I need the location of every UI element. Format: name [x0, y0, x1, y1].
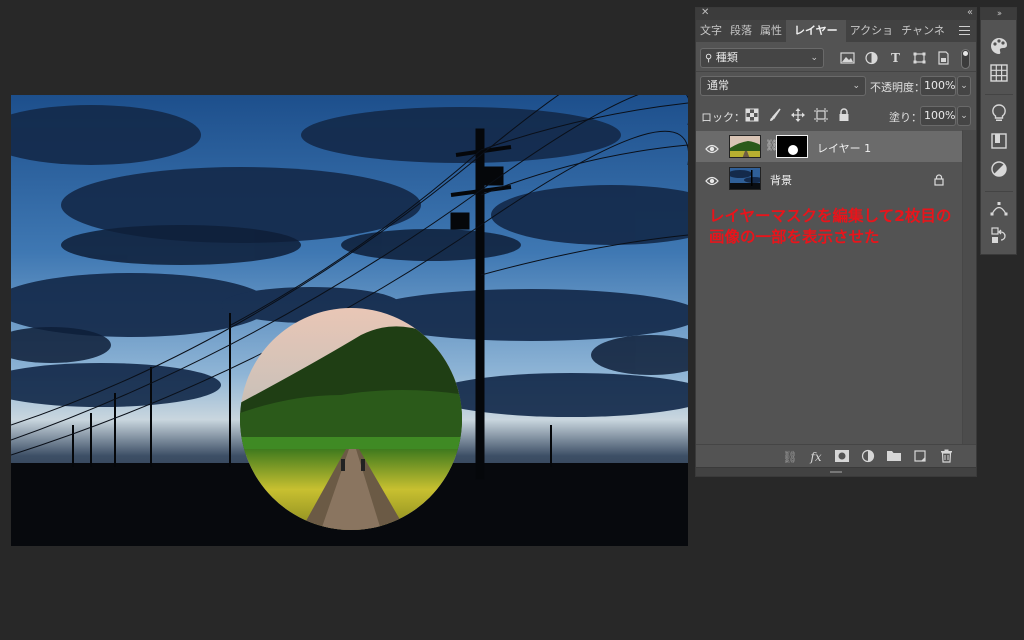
layers-list: ⛓ レイヤー 1 背景 レイヤーマスクを編集して2枚目の画像の一部を表示させた: [696, 130, 962, 444]
tab-paragraph[interactable]: 段落: [726, 20, 756, 42]
fill-label: 塗り：: [889, 111, 922, 124]
layer-action-icons: ⛓ fx: [782, 449, 954, 465]
layer-lock-icon[interactable]: [934, 171, 944, 186]
lock-position-icon[interactable]: [790, 108, 805, 123]
annotation-text: レイヤーマスクを編集して2枚目の画像の一部を表示させた: [709, 207, 952, 246]
tab-properties[interactable]: 属性: [756, 20, 786, 42]
blend-mode-label: 通常: [707, 79, 729, 92]
color-palette-icon[interactable]: [989, 36, 1009, 56]
panel-title-bar: ✕ ‹‹: [696, 7, 976, 20]
layers-panel: ✕ ‹‹ 文字 段落 属性 レイヤー アクショ チャンネ ⚲ 種類 ⌄ T 通常…: [695, 7, 977, 477]
filter-kind-label: 種類: [715, 51, 738, 64]
layers-scrollbar[interactable]: [962, 130, 976, 444]
lock-row: ロック： 塗り： 100% ⌄: [696, 104, 976, 128]
collapse-icon[interactable]: ››: [981, 8, 1016, 20]
layer-filter-row: ⚲ 種類 ⌄ T: [696, 46, 976, 70]
panel-menu-icon[interactable]: [959, 26, 970, 38]
filter-kind-select[interactable]: ⚲ 種類 ⌄: [700, 48, 824, 68]
divider: [985, 94, 1013, 95]
image-filter-icon[interactable]: [840, 51, 855, 65]
divider: [696, 71, 976, 72]
document-canvas[interactable]: [11, 95, 688, 546]
adjustments-icon[interactable]: [989, 159, 1009, 179]
lock-image-pixels-icon[interactable]: [767, 108, 782, 123]
filter-icons: T: [840, 51, 951, 65]
blend-row: 通常 ⌄ 不透明度： 100% ⌄: [696, 74, 976, 98]
paths-icon[interactable]: [989, 199, 1009, 219]
divider: [985, 191, 1013, 192]
new-layer-icon[interactable]: [912, 449, 928, 465]
tab-layers[interactable]: レイヤー: [786, 20, 846, 42]
chevron-down-icon: ⌄: [852, 81, 860, 91]
layer-row-background[interactable]: 背景: [696, 163, 962, 194]
learn-lightbulb-icon[interactable]: [989, 103, 1009, 123]
tab-channels[interactable]: チャンネ: [897, 20, 949, 42]
smart-object-filter-icon[interactable]: [936, 51, 951, 65]
delete-layer-trash-icon[interactable]: [938, 449, 954, 465]
layer-thumbnail[interactable]: [729, 135, 761, 158]
new-adjustment-layer-icon[interactable]: [860, 449, 876, 465]
type-filter-icon[interactable]: T: [888, 51, 903, 65]
grid-swatches-icon[interactable]: [989, 63, 1009, 83]
layer-thumbnail[interactable]: [729, 167, 761, 190]
layer-style-fx-icon[interactable]: fx: [808, 449, 824, 465]
filter-toggle-icon[interactable]: [961, 49, 970, 69]
lock-all-icon[interactable]: [836, 108, 851, 123]
layer-name[interactable]: レイヤー 1: [817, 140, 871, 156]
chevron-down-icon: ⌄: [810, 53, 818, 63]
search-icon: ⚲: [705, 53, 713, 64]
opacity-label: 不透明度：: [870, 81, 925, 94]
fill-input[interactable]: 100%: [920, 106, 956, 126]
layer-name[interactable]: 背景: [770, 172, 792, 188]
lock-transparent-pixels-icon[interactable]: [744, 108, 759, 123]
opacity-dropdown-button[interactable]: ⌄: [957, 76, 971, 96]
tab-character[interactable]: 文字: [696, 20, 726, 42]
shape-filter-icon[interactable]: [912, 51, 927, 65]
tab-actions[interactable]: アクショ: [846, 20, 897, 42]
new-group-folder-icon[interactable]: [886, 449, 902, 465]
layer-row-layer-1[interactable]: ⛓ レイヤー 1: [696, 131, 962, 162]
panel-dock-strip: ››: [980, 7, 1017, 255]
visibility-eye-icon[interactable]: [705, 172, 719, 186]
lock-icons: [744, 108, 851, 123]
lock-label: ロック：: [701, 111, 745, 124]
fill-dropdown-button[interactable]: ⌄: [957, 106, 971, 126]
close-icon[interactable]: ✕: [701, 7, 709, 19]
composite-image: [11, 95, 688, 546]
layers-action-bar: ⛓ fx: [696, 444, 976, 468]
opacity-input[interactable]: 100%: [920, 76, 956, 96]
panel-resize-grip[interactable]: [696, 467, 976, 476]
adjustment-filter-icon[interactable]: [864, 51, 879, 65]
panel-tabs: 文字 段落 属性 レイヤー アクショ チャンネ: [696, 20, 976, 42]
visibility-eye-icon[interactable]: [705, 140, 719, 154]
link-layers-icon[interactable]: ⛓: [782, 449, 798, 465]
libraries-icon[interactable]: [989, 131, 1009, 151]
layer-mask-thumbnail[interactable]: [776, 135, 808, 158]
add-mask-icon[interactable]: [834, 449, 850, 465]
collapse-icon[interactable]: ‹‹: [967, 7, 973, 19]
lock-artboard-icon[interactable]: [813, 108, 828, 123]
history-icon[interactable]: [989, 226, 1009, 246]
blend-mode-select[interactable]: 通常 ⌄: [700, 76, 866, 96]
